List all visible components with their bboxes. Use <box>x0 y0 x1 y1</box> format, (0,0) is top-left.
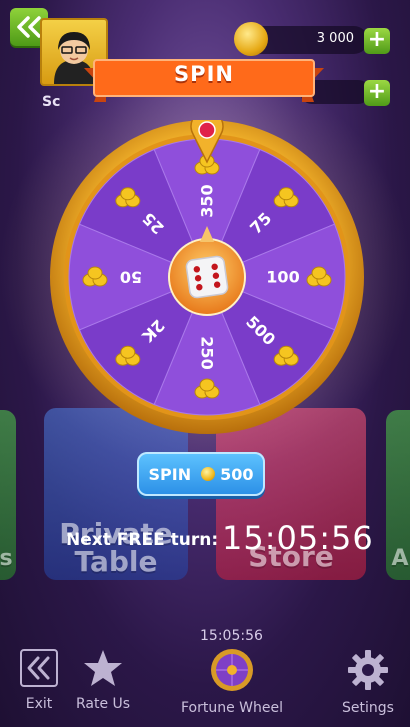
wheel-segment-label: 50 <box>120 268 142 287</box>
spin-button-label: SPIN <box>148 464 192 484</box>
wheel-segment-label: 350 <box>198 184 217 217</box>
dice-icon <box>185 255 229 299</box>
spin-button[interactable]: SPIN 500 <box>137 452 265 496</box>
spin-title: SPIN <box>174 62 234 86</box>
wheel-segment-label: 250 <box>198 336 217 369</box>
rate-us-button[interactable]: Rate Us <box>72 648 134 712</box>
fortune-wheel-label: Fortune Wheel <box>180 700 283 716</box>
coin-icon <box>234 22 268 56</box>
next-free-turn-label: Next FREE turn: <box>66 530 219 550</box>
exit-icon <box>20 649 58 687</box>
add-gems-button[interactable]: + <box>364 80 390 106</box>
settings-button[interactable]: Setings <box>338 648 398 716</box>
fortune-wheel[interactable]: 350751005002502K5025 <box>50 120 364 434</box>
wheel-timer: 15:05:56 <box>200 628 263 644</box>
gear-icon <box>348 650 388 690</box>
player-name: Sc <box>42 94 61 110</box>
left-edge-text: s <box>0 546 13 571</box>
wheel-segment-label: 100 <box>266 268 299 287</box>
settings-label: Setings <box>342 700 394 716</box>
star-icon <box>84 650 122 686</box>
next-free-turn-timer: 15:05:56 <box>222 519 374 557</box>
coin-balance: 3 000 <box>316 31 354 46</box>
right-edge-text: A <box>391 546 409 571</box>
fortune-wheel-button[interactable]: Fortune Wheel <box>176 648 288 716</box>
exit-button[interactable]: Exit <box>14 648 64 712</box>
spin-cost: 500 <box>220 464 254 484</box>
exit-label: Exit <box>25 696 53 712</box>
coin-icon <box>201 467 216 481</box>
add-coins-button[interactable]: + <box>364 28 390 54</box>
double-chevron-left-icon <box>17 16 41 38</box>
rate-us-label: Rate Us <box>75 696 131 712</box>
fortune-wheel-icon <box>211 649 253 691</box>
